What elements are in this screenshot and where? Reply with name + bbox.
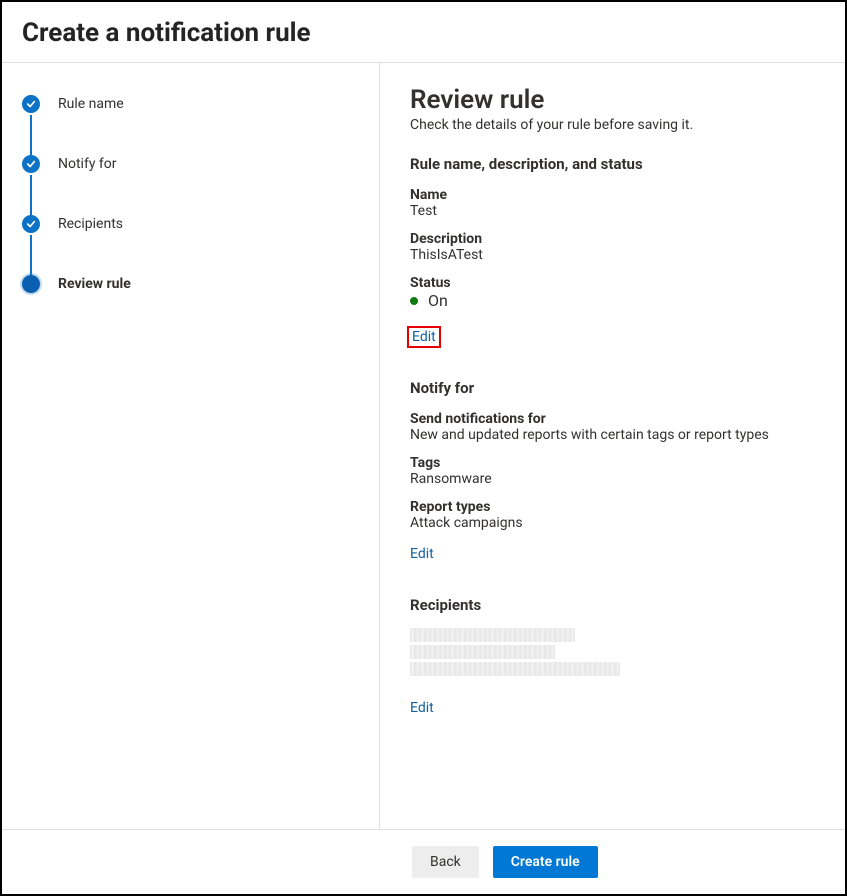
dialog-footer: Back Create rule [2,829,845,894]
check-icon [22,155,40,173]
step-recipients[interactable]: Recipients [22,215,355,275]
step-label: Notify for [58,156,117,172]
check-icon [22,215,40,233]
section-recipients-title: Recipients [410,596,817,614]
step-label: Review rule [58,276,131,292]
review-content: Review rule Check the details of your ru… [380,63,845,829]
field-types-label: Report types [410,499,817,515]
field-tags-label: Tags [410,455,817,471]
dialog-frame: Create a notification rule Rule name Not… [0,0,847,896]
step-review-rule[interactable]: Review rule [22,275,355,293]
edit-rule-name-link[interactable]: Edit [410,329,438,345]
page-title: Create a notification rule [2,2,845,63]
step-notify-for[interactable]: Notify for [22,155,355,215]
status-dot-icon [410,297,418,305]
field-status-value-row: On [410,291,817,310]
edit-recipients-link[interactable]: Edit [410,700,434,716]
wizard-steps: Rule name Notify for Recipients [22,95,355,293]
section-notify-for-title: Notify for [410,379,817,397]
field-name-value: Test [410,203,817,219]
field-status-value: On [428,291,448,310]
check-icon [22,95,40,113]
field-send-value: New and updated reports with certain tag… [410,427,817,443]
create-rule-button[interactable]: Create rule [493,846,598,878]
back-button[interactable]: Back [412,846,479,878]
recipient-redacted [410,645,555,659]
step-connector [30,115,32,155]
recipient-redacted [410,628,575,642]
section-rule-name-title: Rule name, description, and status [410,155,817,173]
step-rule-name[interactable]: Rule name [22,95,355,155]
field-description-value: ThisIsATest [410,247,817,263]
recipient-redacted [410,662,620,676]
field-status-label: Status [410,275,817,291]
review-heading: Review rule [410,85,817,115]
current-step-icon [22,275,40,293]
step-connector [30,235,32,275]
field-name-label: Name [410,187,817,203]
dialog-body: Rule name Notify for Recipients [2,63,845,829]
step-label: Rule name [58,96,124,112]
step-connector [30,175,32,215]
edit-notify-for-link[interactable]: Edit [410,546,434,562]
field-types-value: Attack campaigns [410,515,817,531]
field-tags-value: Ransomware [410,471,817,487]
review-subheading: Check the details of your rule before sa… [410,117,817,133]
step-label: Recipients [58,216,123,232]
wizard-steps-column: Rule name Notify for Recipients [2,63,380,829]
field-send-label: Send notifications for [410,411,817,427]
field-description-label: Description [410,231,817,247]
